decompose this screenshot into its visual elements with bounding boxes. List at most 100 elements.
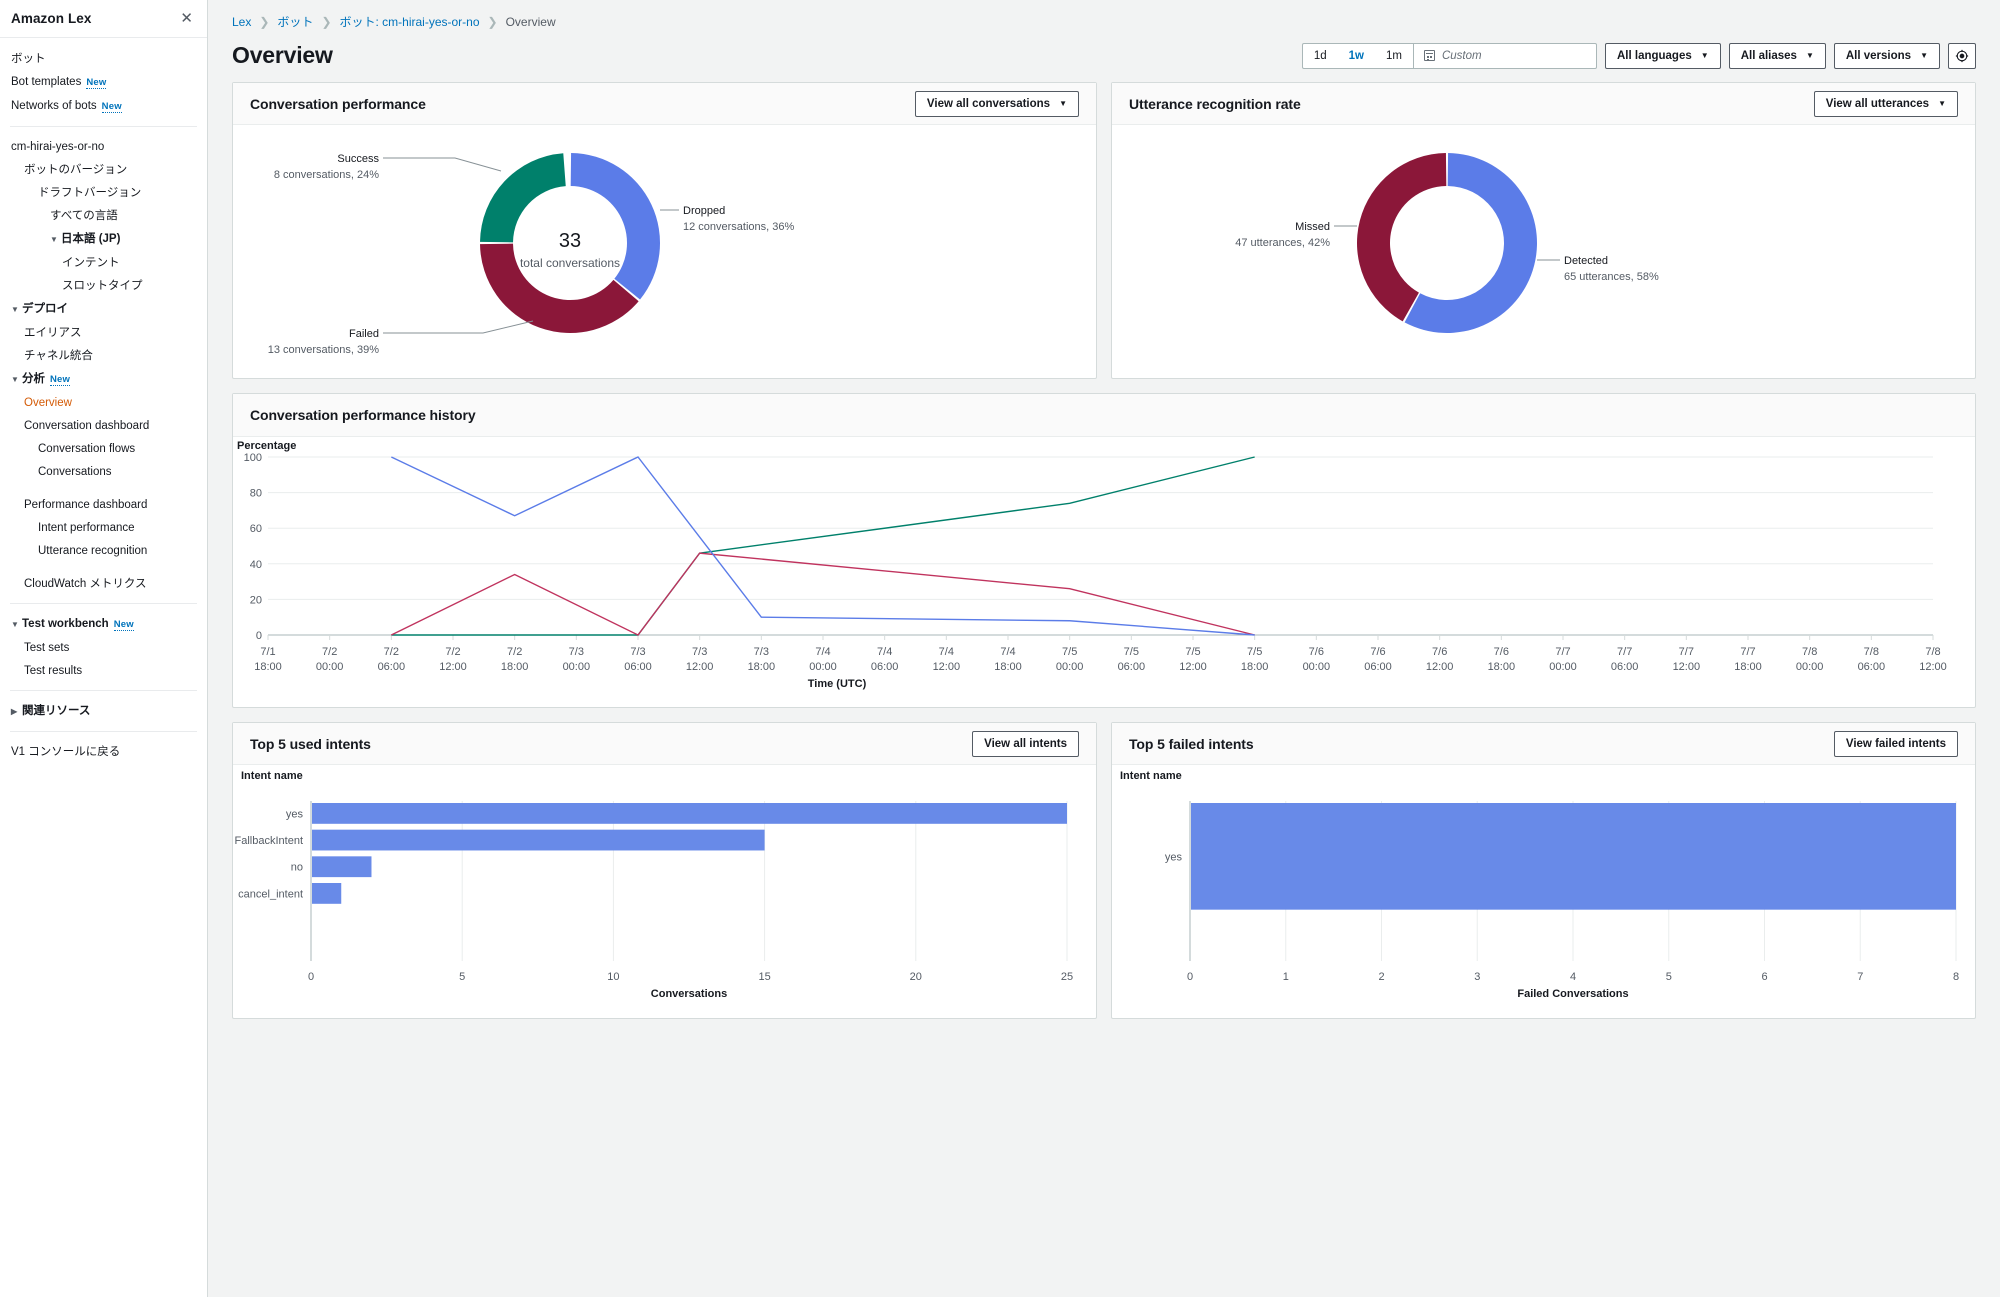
chevron-down-icon: ▼ [11,374,19,384]
panel-header: Top 5 failed intents View failed intents [1112,723,1975,765]
sidebar-item-conversations[interactable]: Conversations [0,460,207,483]
y-axis-label: Intent name [1120,770,1182,782]
donut-sublabel-missed: 47 utterances, 42% [1235,237,1330,249]
panel-top-failed-intents: Top 5 failed intents View failed intents… [1111,722,1976,1019]
sidebar-item-[interactable]: ボット [0,47,207,70]
sidebar-item-[interactable]: エイリアス [0,321,207,344]
line-series-dropped[interactable] [391,456,1255,636]
sidebar-item-performance-dashboard[interactable]: Performance dashboard [0,493,207,516]
x-axis-tick: 7/2 [507,646,522,658]
versions-filter-label: All versions [1845,49,1912,62]
sidebar-divider [10,731,197,732]
y-axis-tick: 60 [250,523,262,535]
sidebar-item-v1[interactable]: V1 コンソールに戻る [0,740,207,763]
panel-title: Top 5 used intents [250,735,371,752]
range-1d[interactable]: 1d [1303,44,1338,68]
x-axis-tick: 7/3 [630,646,645,658]
sidebar-item-test-results[interactable]: Test results [0,659,207,682]
sidebar-item-label: インテント [62,256,120,269]
bar-fallbackintent[interactable] [312,829,765,851]
sidebar-item-label: CloudWatch メトリクス [24,577,147,590]
x-axis-label: Conversations [651,988,727,1000]
donut-sublabel-detected: 65 utterances, 58% [1564,271,1659,283]
x-axis-tick: 06:00 [624,661,652,673]
view-all-intents-button[interactable]: View all intents [972,730,1079,757]
sidebar-divider [10,603,197,604]
sidebar-item-conversation-flows[interactable]: Conversation flows [0,437,207,460]
chevron-down-icon: ▼ [11,304,19,314]
panel-header: Conversation performance View all conver… [233,83,1096,125]
sidebar-item-conversation-dashboard[interactable]: Conversation dashboard [0,414,207,437]
line-series-failed[interactable] [391,552,1255,636]
sidebar-item-intent-performance[interactable]: Intent performance [0,516,207,539]
close-icon[interactable]: ✕ [180,11,193,26]
x-axis-tick: 18:00 [1488,661,1516,673]
donut-slice-missed[interactable] [1357,153,1447,322]
sidebar-item-label: 関連リソース [22,704,91,717]
x-axis-tick: 7/5 [1124,646,1139,658]
sidebar-item-[interactable]: すべての言語 [0,204,207,227]
bar-no[interactable] [312,856,372,878]
donut-sublabel-dropped: 12 conversations, 36% [683,221,795,233]
sidebar-item-cloudwatch[interactable]: CloudWatch メトリクス [0,572,207,595]
app-root: Amazon Lex ✕ ボット Bot templates New Networks… [0,0,2000,1297]
panel-title: Utterance recognition rate [1129,95,1301,112]
versions-filter[interactable]: All versions ▼ [1833,42,1940,69]
donut-label-missed: Missed [1295,221,1330,233]
bar-yes[interactable] [1191,803,1956,910]
sidebar-item-label: ボット [11,52,46,65]
donut-slice-success[interactable] [480,153,566,243]
x-axis-tick: 12:00 [1179,661,1207,673]
bar-cancel_intent[interactable] [312,883,342,904]
donut-label-dropped: Dropped [683,205,725,217]
sidebar-item-[interactable]: チャネル統合 [0,344,207,367]
x-axis-tick: 06:00 [871,661,899,673]
sidebar-item-[interactable]: ドラフトバージョン [0,181,207,204]
breadcrumb-item[interactable]: Lex [232,15,251,29]
sidebar-item-[interactable]: インテント [0,251,207,274]
range-1w[interactable]: 1w [1338,44,1375,68]
sidebar-item-[interactable]: ▼ 分析 New [0,367,207,391]
sidebar-item-bot-templates[interactable]: Bot templates New [0,70,207,94]
sidebar-item-utterance-recognition[interactable]: Utterance recognition [0,539,207,562]
sidebar-item-jp[interactable]: ▼ 日本語 (JP) [0,227,207,251]
donut-slice-dropped[interactable] [570,153,660,300]
sidebar-item-label: cm-hirai-yes-or-no [11,140,105,153]
breadcrumb-item[interactable]: ボット: cm-hirai-yes-or-no [340,13,480,30]
range-1m[interactable]: 1m [1375,44,1413,68]
view-failed-intents-button[interactable]: View failed intents [1833,730,1958,757]
view-all-utterances-button[interactable]: View all utterances ▼ [1813,90,1958,117]
panel-body: 33 total conversations Success 8 conversati… [233,125,1096,378]
sidebar-item-test-sets[interactable]: Test sets [0,636,207,659]
view-all-conversations-button[interactable]: View all conversations ▼ [914,90,1079,117]
x-axis-tick: 00:00 [1303,661,1331,673]
sidebar-item-[interactable]: ▼ デプロイ [0,297,207,321]
x-axis-tick: 18:00 [1241,661,1269,673]
custom-date-input[interactable]: Custom [1412,43,1596,68]
line-series-success[interactable] [391,456,1255,636]
settings-button[interactable] [1948,42,1976,69]
x-axis-tick: 3 [1474,971,1480,983]
sidebar-item-test-workbench[interactable]: ▼ Test workbench New [0,612,207,636]
utterance-recognition-donut: Missed 47 utterances, 42% Detected 65 utter… [1235,153,1659,333]
sidebar-item-[interactable]: ▶ 関連リソース [0,699,207,723]
sidebar-item-[interactable]: スロットタイプ [0,274,207,297]
sidebar-item-overview[interactable]: Overview [0,391,207,414]
x-axis-tick: 10 [607,971,619,983]
x-axis-tick: 4 [1570,971,1576,983]
bar-category-label: yes [286,808,304,820]
donut-label-success: Success [337,153,379,165]
bar-yes[interactable] [312,803,1067,824]
panel-body: Intent name 0 1 2 3 4 5 6 7 8 yes Failed Conversati… [1112,765,1975,1018]
languages-filter[interactable]: All languages ▼ [1604,42,1721,69]
panel-top-used-intents: Top 5 used intents View all intents Inte… [232,722,1097,1019]
aliases-filter[interactable]: All aliases ▼ [1728,42,1826,69]
panel-utterance-recognition: Utterance recognition rate View all utte… [1111,82,1976,379]
x-axis-tick: 7/6 [1370,646,1385,658]
sidebar-item-networks-of-bots[interactable]: Networks of bots New [0,94,207,118]
breadcrumb-item[interactable]: ボット [277,13,313,30]
sidebar-item-[interactable]: ボットのバージョン [0,158,207,181]
x-axis-tick: 00:00 [809,661,837,673]
